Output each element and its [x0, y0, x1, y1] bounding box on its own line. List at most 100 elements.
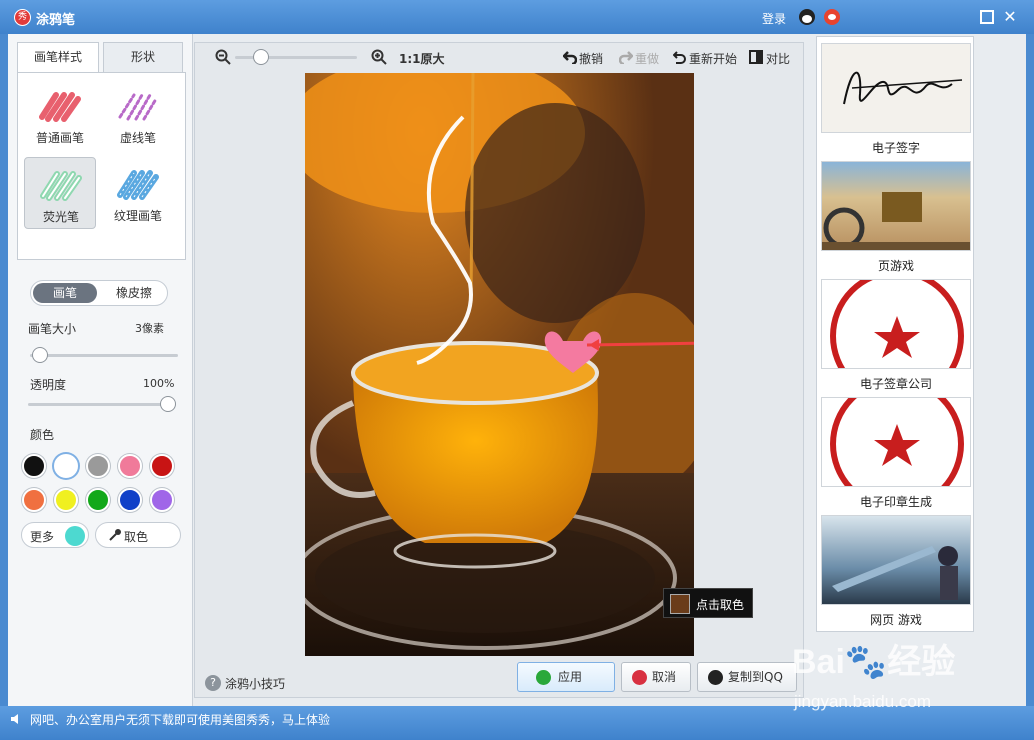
ad-thumbnail	[821, 397, 971, 487]
apply-button[interactable]: 应用	[517, 662, 615, 692]
tab-shape[interactable]: 形状	[103, 42, 183, 72]
check-icon	[536, 670, 551, 685]
app-window: 秀 涂鸦笔 登录 ✕ 画笔样式 形状 普通画笔 虚线笔 荧光笔 纹理画笔 画笔 …	[0, 0, 1034, 740]
qq-icon[interactable]	[799, 9, 815, 25]
color-picker-button[interactable]: 取色	[95, 522, 181, 548]
seal-image	[830, 280, 964, 368]
undo-icon	[563, 51, 577, 64]
window-title: 涂鸦笔	[36, 13, 76, 28]
baidu-watermark: Bai🐾经验 jingyan.baidu.com	[792, 634, 992, 724]
eyedropper-icon	[109, 529, 121, 541]
cancel-icon	[632, 670, 647, 685]
game-image	[832, 546, 958, 600]
redo-icon	[619, 51, 633, 64]
color-swatch[interactable]	[150, 454, 174, 478]
brush-panel: 画笔样式 形状 普通画笔 虚线笔 荧光笔 纹理画笔 画笔 橡皮擦 画笔大小 3像…	[8, 34, 193, 706]
color-swatch[interactable]	[22, 488, 46, 512]
editor-area: 1:1原大 撤销 重做 重新开始 对比 点击取色 ? 涂鸦小技巧 应用 取消 复…	[194, 42, 804, 698]
brush-highlighter[interactable]: 荧光笔	[24, 157, 96, 229]
eraser-mode-button[interactable]: 橡皮擦	[103, 283, 165, 303]
brush-dashed[interactable]: 虚线笔	[102, 79, 174, 151]
opacity-slider[interactable]	[28, 403, 176, 406]
brush-grid: 普通画笔 虚线笔 荧光笔 纹理画笔	[17, 72, 186, 260]
close-icon[interactable]: ✕	[1003, 9, 1017, 25]
game-image	[822, 192, 970, 250]
brush-label: 虚线笔	[119, 131, 156, 145]
dashed-brush-icon	[118, 93, 158, 121]
tea-photo	[305, 73, 694, 656]
editor-toolbar: 1:1原大 撤销 重做 重新开始 对比	[195, 43, 805, 71]
watermark-url: jingyan.baidu.com	[794, 692, 932, 711]
more-colors-label: 更多	[30, 530, 55, 544]
brush-texture[interactable]: 纹理画笔	[102, 157, 174, 229]
brush-label: 普通画笔	[35, 131, 84, 145]
ad-label: 电子印章生成	[859, 495, 932, 509]
qq-icon	[708, 670, 723, 685]
ad-label: 电子签章公司	[859, 377, 932, 391]
opacity-value: 100%	[143, 377, 175, 390]
zoom-in-icon[interactable]	[371, 49, 387, 65]
ad-label: 网页 游戏	[870, 613, 922, 627]
status-message[interactable]: 网吧、办公室用户无须下载即可使用美图秀秀，马上体验	[30, 711, 330, 728]
brush-size-label: 画笔大小	[28, 322, 77, 336]
copy-to-qq-button[interactable]: 复制到QQ	[697, 662, 797, 692]
brush-normal[interactable]: 普通画笔	[24, 79, 96, 151]
brush-eraser-toggle: 画笔 橡皮擦	[30, 280, 168, 306]
signature-image	[843, 71, 963, 105]
main-content: 画笔样式 形状 普通画笔 虚线笔 荧光笔 纹理画笔 画笔 橡皮擦 画笔大小 3像…	[8, 34, 1026, 706]
cancel-button[interactable]: 取消	[621, 662, 691, 692]
more-colors-button[interactable]: 更多	[21, 522, 89, 548]
redo-button[interactable]: 重做	[635, 50, 659, 67]
pick-color-tooltip-text: 点击取色	[696, 598, 745, 612]
normal-brush-icon	[39, 92, 81, 122]
color-label: 颜色	[30, 428, 55, 442]
ad-thumbnail	[821, 515, 971, 605]
tab-brush-style[interactable]: 画笔样式	[17, 42, 99, 73]
maximize-icon[interactable]	[980, 10, 994, 24]
opacity-slider-handle[interactable]	[160, 396, 176, 412]
picked-color-swatch	[670, 594, 690, 614]
brush-size-slider-handle[interactable]	[32, 347, 48, 363]
compare-button[interactable]: 对比	[766, 50, 790, 67]
texture-brush-icon	[117, 170, 159, 200]
drawing-tips-link[interactable]: 涂鸦小技巧	[225, 675, 285, 692]
apply-label: 应用	[558, 670, 583, 684]
highlighter-brush-icon	[40, 171, 82, 201]
brush-mode-button[interactable]: 画笔	[33, 283, 97, 303]
color-swatch[interactable]	[22, 454, 46, 478]
ad-thumbnail	[821, 279, 971, 369]
actual-size-button[interactable]: 1:1原大	[399, 50, 445, 67]
ad-label: 电子签字	[871, 141, 920, 155]
color-swatch[interactable]	[54, 488, 78, 512]
current-color-swatch	[65, 526, 85, 546]
color-swatch[interactable]	[86, 488, 110, 512]
pick-color-tooltip: 点击取色	[663, 588, 753, 618]
color-swatch[interactable]	[150, 488, 174, 512]
help-icon[interactable]: ?	[205, 675, 221, 691]
zoom-out-icon[interactable]	[215, 49, 231, 65]
undo-button[interactable]: 撤销	[579, 50, 603, 67]
seal-image	[830, 398, 964, 486]
brush-label: 纹理画笔	[113, 209, 162, 223]
ad-panel: 电子签字 页游戏 电子签章公司 电子印章生成 网页 游戏	[816, 36, 974, 632]
app-logo-icon: 秀	[14, 9, 31, 26]
restart-button[interactable]: 重新开始	[689, 50, 737, 67]
color-picker-label: 取色	[124, 530, 149, 544]
cancel-label: 取消	[652, 670, 677, 684]
drawing-canvas[interactable]	[305, 73, 694, 656]
zoom-slider-handle[interactable]	[253, 49, 269, 65]
restart-icon	[673, 51, 686, 64]
compare-icon	[749, 50, 763, 64]
color-swatch[interactable]	[86, 454, 110, 478]
login-link[interactable]: 登录	[762, 10, 786, 27]
opacity-label: 透明度	[30, 378, 67, 392]
watermark-logo: Bai🐾经验	[792, 643, 956, 681]
brush-size-value: 3像素	[135, 322, 164, 335]
copy-to-qq-label: 复制到QQ	[728, 670, 783, 684]
brush-size-slider[interactable]	[30, 354, 178, 357]
ad-thumbnail	[821, 43, 971, 133]
color-swatch[interactable]	[118, 488, 142, 512]
color-swatch[interactable]	[54, 454, 78, 478]
color-swatch[interactable]	[118, 454, 142, 478]
weibo-icon[interactable]	[824, 9, 840, 25]
